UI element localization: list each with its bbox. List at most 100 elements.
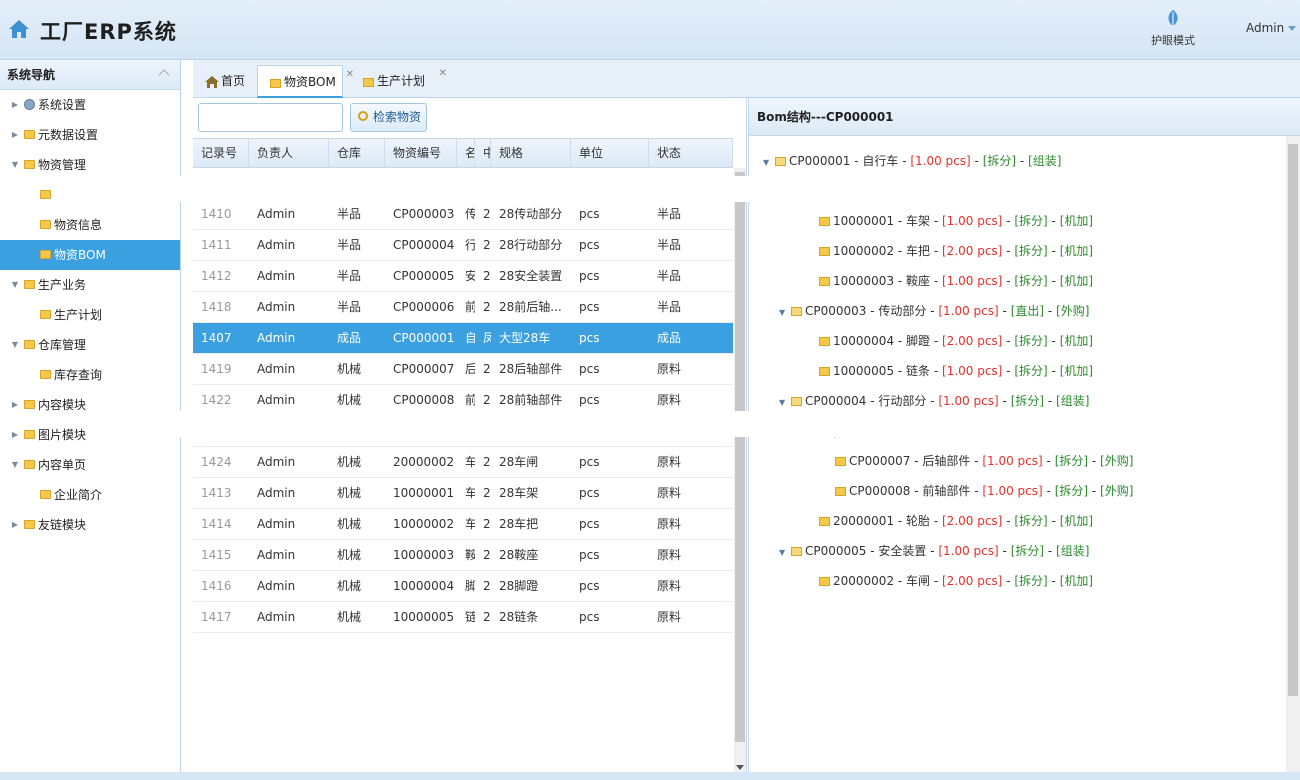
tree-node-a2[interactable]: [外购] [1100,454,1133,468]
column-header[interactable]: 物资编号 [385,139,457,168]
tree-node[interactable]: 20000001 - 轮胎 - [2.00 pcs] - [拆分] - [机加] [807,506,1093,536]
tree-node[interactable]: CP000007 - 后轴部件 - [1.00 pcs] - [拆分] - [外… [823,446,1133,476]
sidebar-item[interactable]: ▶ 系统设置 [0,90,180,120]
sidebar-item[interactable]: ▶ 友链模块 [0,510,180,540]
chevron-down-icon[interactable]: ▼ [779,298,789,328]
grid-scrollbar[interactable] [734,168,746,772]
chevron-right-icon[interactable]: ▶ [10,510,20,540]
column-header[interactable]: 中 [475,139,491,168]
tree-node-a1[interactable]: [拆分] [1014,364,1047,378]
tab-bom[interactable]: 物资BOM ✕ [257,65,354,98]
tree-node-a1[interactable]: [拆分] [1055,454,1088,468]
table-row[interactable]: 1413 Admin 机械 10000001 车 2. 28车架 pcs 原料 [193,478,733,509]
close-icon[interactable]: ✕ [439,57,447,90]
scroll-down-icon[interactable] [736,765,744,770]
table-row[interactable]: 1418 Admin 半品 CP000006 前 2. 28前后轴... pcs 半品 [193,292,733,323]
column-header[interactable]: 负责人 [249,139,329,168]
scrollbar-thumb[interactable] [735,172,745,742]
collapse-icon[interactable] [158,69,170,81]
tree-node[interactable]: 10000003 - 鞍座 - [1.00 pcs] - [拆分] - [机加] [807,266,1093,296]
table-row[interactable]: 1410 Admin 半品 CP000003 传 2. 28传动部分 pcs 半品 [193,199,733,230]
chevron-down-icon[interactable]: ▼ [10,150,20,180]
tree-node[interactable]: 10000004 - 脚蹬 - [2.00 pcs] - [拆分] - [机加] [807,326,1093,356]
tree-node-a2[interactable]: [组装] [1056,394,1089,408]
table-row[interactable]: 1412 Admin 半品 CP000005 安 2. 28安全装置 pcs 半品 [193,261,733,292]
sidebar-item[interactable]: ▶ 元数据设置 [0,120,180,150]
tree-node[interactable]: ▼ CP000005 - 安全装置 - [1.00 pcs] - [拆分] - [… [779,536,1089,566]
tree-node[interactable]: 10000005 - 链条 - [1.00 pcs] - [拆分] - [机加] [807,356,1093,386]
tree-node-a1[interactable]: [拆分] [1014,214,1047,228]
tree-node-a1[interactable]: [拆分] [1014,574,1047,588]
table-row[interactable]: 1407 Admin 成品 CP000001 自凤大型28车 pcs 成品 [193,323,733,354]
table-row[interactable]: 1416 Admin 机械 10000004 脚 2. 28脚蹬 pcs 原料 [193,571,733,602]
sidebar-item[interactable]: ▼ 内容单页 [0,450,180,480]
eye-mode-button[interactable]: 护眼模式 [1148,8,1198,48]
column-header[interactable]: 名 [457,139,475,168]
chevron-right-icon[interactable]: ▶ [10,390,20,420]
chevron-down-icon[interactable]: ▼ [10,270,20,300]
chevron-down-icon[interactable]: ▼ [10,450,20,480]
chevron-right-icon[interactable]: ▶ [10,420,20,450]
tree-node-a2[interactable]: [组装] [1028,154,1061,168]
tree-node-a2[interactable]: [机加] [1060,514,1093,528]
tree-node[interactable]: 10000001 - 车架 - [1.00 pcs] - [拆分] - [机加] [807,206,1093,236]
tree-node[interactable]: CP000008 - 前轴部件 - [1.00 pcs] - [拆分] - [外… [823,476,1133,506]
folder-icon [819,277,830,286]
tree-node-a2[interactable]: [机加] [1060,364,1093,378]
search-input[interactable] [198,103,343,132]
column-header[interactable]: 状态 [649,139,733,168]
tree-node[interactable]: ▼ CP000003 - 传动部分 - [1.00 pcs] - [直出] - [… [779,296,1089,326]
tree-node-a2[interactable]: [组装] [1056,544,1089,558]
column-header[interactable]: 记录号 [193,139,249,168]
tree-node[interactable]: ▼ CP000001 - 自行车 - [1.00 pcs] - [拆分] - [组… [763,146,1061,176]
tree-node-a1[interactable]: [拆分] [1014,244,1047,258]
sidebar-item[interactable]: 物资BOM [0,240,180,270]
chevron-down-icon[interactable]: ▼ [10,330,20,360]
sidebar-item[interactable]: ▼ 仓库管理 [0,330,180,360]
search-button[interactable]: 检索物资 [350,103,427,132]
tree-node[interactable]: 10000002 - 车把 - [2.00 pcs] - [拆分] - [机加] [807,236,1093,266]
table-row[interactable]: 1411 Admin 半品 CP000004 行 2. 28行动部分 pcs 半品 [193,230,733,261]
tree-node-a2[interactable]: [机加] [1060,214,1093,228]
scrollbar-thumb[interactable] [1288,144,1298,696]
tree-node-a1[interactable]: [直出] [1011,304,1044,318]
sidebar-item[interactable]: 生产计划 [0,300,180,330]
chevron-right-icon[interactable]: ▶ [10,90,20,120]
sidebar-item[interactable]: 库存查询 [0,360,180,390]
column-header[interactable]: 单位 [571,139,649,168]
tree-node-a2[interactable]: [机加] [1060,274,1093,288]
tree-node-a2[interactable]: [机加] [1060,244,1093,258]
tree-node-a1[interactable]: [拆分] [983,154,1016,168]
user-menu[interactable]: Admin [1246,21,1297,35]
tree-node-code: CP000003 - 传动部分 - [805,304,939,318]
tree-node-a2[interactable]: [机加] [1060,574,1093,588]
home-icon[interactable] [8,18,30,40]
sidebar-item[interactable]: 物资信息 [0,210,180,240]
tree-scrollbar[interactable] [1286,136,1300,772]
tree-node-a1[interactable]: [拆分] [1014,514,1047,528]
tree-node-a1[interactable]: [拆分] [1014,334,1047,348]
tree-node-a2[interactable]: [外购] [1100,484,1133,498]
column-header[interactable]: 仓库 [329,139,385,168]
sidebar-item[interactable]: 企业简介 [0,480,180,510]
column-header[interactable]: 规格 [491,139,571,168]
tree-node[interactable]: 20000002 - 车闸 - [2.00 pcs] - [拆分] - [机加] [807,566,1093,596]
tree-node-a1[interactable]: [拆分] [1014,274,1047,288]
table-row[interactable]: 1417 Admin 机械 10000005 链 2. 28链条 pcs 原料 [193,602,733,633]
tree-node-a1[interactable]: [拆分] [1011,544,1044,558]
table-row[interactable]: 1419 Admin 机械 CP000007 后 2. 28后轴部件 pcs 原料 [193,354,733,385]
tree-node-a1[interactable]: [拆分] [1055,484,1088,498]
folder-icon [819,337,830,346]
chevron-down-icon[interactable]: ▼ [763,148,773,178]
chevron-right-icon[interactable]: ▶ [10,120,20,150]
tab-production-plan[interactable]: 生产计划 ✕ [351,65,447,98]
tree-node-a1[interactable]: [拆分] [1011,394,1044,408]
table-row[interactable]: 1424 Admin 机械 20000002 车 2. 28车闸 pcs 原料 [193,447,733,478]
tab-home[interactable]: 首页 [195,65,253,98]
tree-node-a2[interactable]: [外购] [1056,304,1089,318]
sidebar-item[interactable]: ▼ 生产业务 [0,270,180,300]
table-row[interactable]: 1415 Admin 机械 10000003 鞍 2. 28鞍座 pcs 原料 [193,540,733,571]
table-row[interactable]: 1414 Admin 机械 10000002 车 2. 28车把 pcs 原料 [193,509,733,540]
tree-node-a2[interactable]: [机加] [1060,334,1093,348]
chevron-down-icon[interactable]: ▼ [779,538,789,568]
